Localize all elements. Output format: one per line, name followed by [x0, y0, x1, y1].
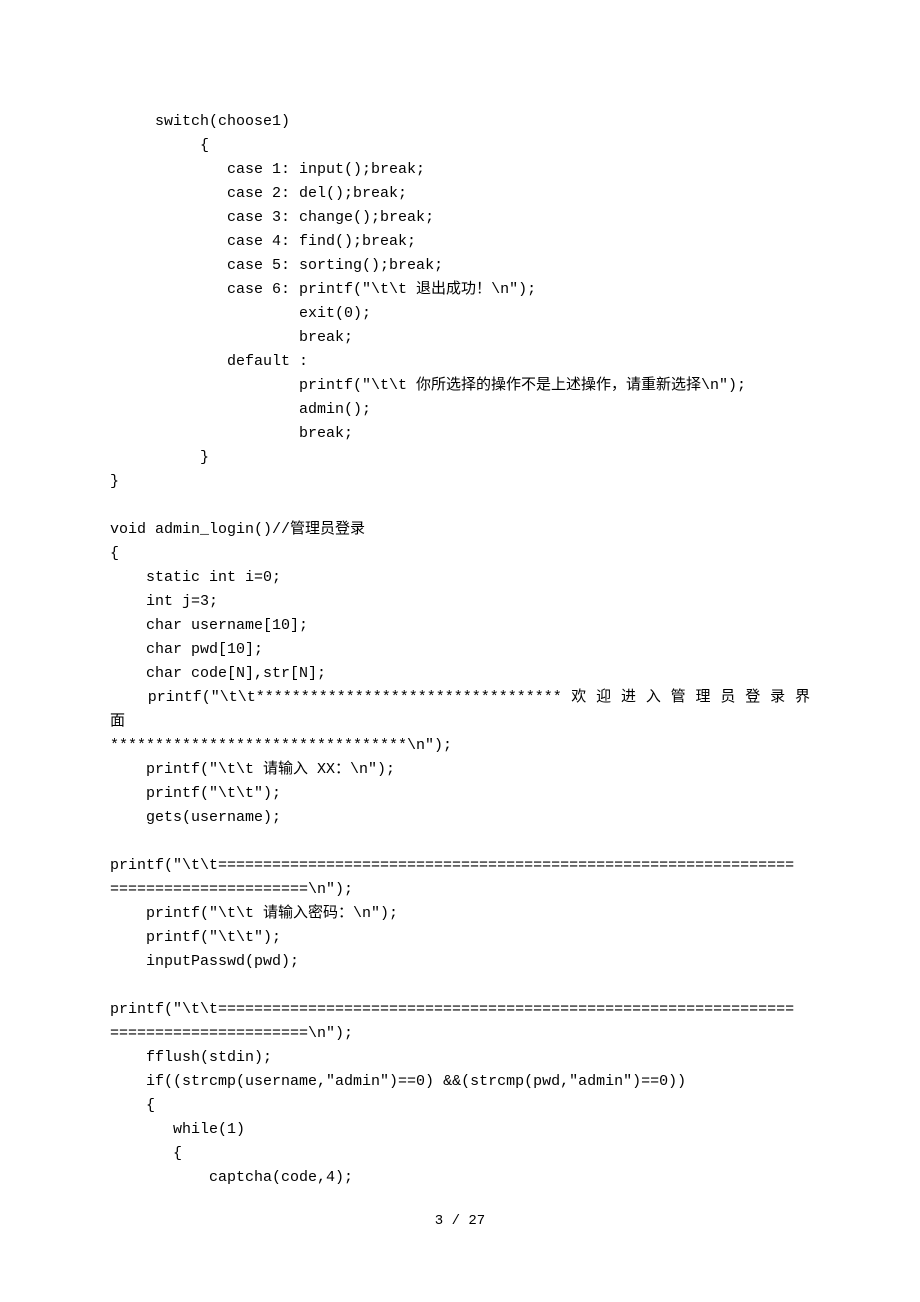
code-line: case 4: find();break; — [110, 233, 416, 250]
code-line: case 6: printf("\t\t 退出成功！\n"); — [110, 281, 536, 298]
code-line: printf("\t\t"); — [110, 785, 281, 802]
code-line: captcha(code,4); — [110, 1169, 353, 1186]
code-line: fflush(stdin); — [110, 1049, 272, 1066]
code-line: } — [110, 473, 119, 490]
code-line: { — [110, 545, 119, 562]
code-line: printf("\t\t============================… — [110, 1001, 794, 1018]
code-line: int j=3; — [110, 593, 218, 610]
code-line: { — [110, 1145, 182, 1162]
code-line: printf("\t\t****************************… — [110, 686, 810, 734]
code-line: void admin_login()//管理员登录 — [110, 521, 365, 538]
code-line: printf("\t\t 请输入 XX：\n"); — [110, 761, 395, 778]
code-line: case 3: change();break; — [110, 209, 434, 226]
code-line: ======================\n"); — [110, 881, 353, 898]
code-line: static int i=0; — [110, 569, 281, 586]
code-line: while(1) — [110, 1121, 245, 1138]
code-line: ======================\n"); — [110, 1025, 353, 1042]
code-line: if((strcmp(username,"admin")==0) &&(strc… — [110, 1073, 686, 1090]
code-line: case 5: sorting();break; — [110, 257, 443, 274]
code-line: char username[10]; — [110, 617, 308, 634]
code-line: case 1: input();break; — [110, 161, 425, 178]
page-number: 3 / 27 — [435, 1213, 485, 1229]
code-line: inputPasswd(pwd); — [110, 953, 299, 970]
code-line: gets(username); — [110, 809, 281, 826]
code-line: { — [110, 137, 209, 154]
code-line: char pwd[10]; — [110, 641, 263, 658]
code-line: case 2: del();break; — [110, 185, 407, 202]
document-page: switch(choose1) { case 1: input();break;… — [0, 0, 920, 1302]
page-footer: 3 / 27 — [0, 1210, 920, 1232]
code-line: } — [110, 449, 209, 466]
code-line: break; — [110, 425, 353, 442]
code-line: exit(0); — [110, 305, 371, 322]
code-line: printf("\t\t"); — [110, 929, 281, 946]
code-line: default : — [110, 353, 308, 370]
code-line: *********************************\n"); — [110, 737, 452, 754]
code-line: printf("\t\t 你所选择的操作不是上述操作，请重新选择\n"); — [110, 377, 746, 394]
code-block: switch(choose1) { case 1: input();break;… — [110, 110, 810, 1190]
code-line: admin(); — [110, 401, 371, 418]
code-line: char code[N],str[N]; — [110, 665, 326, 682]
code-line: break; — [110, 329, 353, 346]
code-line: printf("\t\t 请输入密码：\n"); — [110, 905, 398, 922]
code-line: switch(choose1) — [110, 113, 290, 130]
code-line: { — [110, 1097, 155, 1114]
code-line: printf("\t\t============================… — [110, 857, 794, 874]
